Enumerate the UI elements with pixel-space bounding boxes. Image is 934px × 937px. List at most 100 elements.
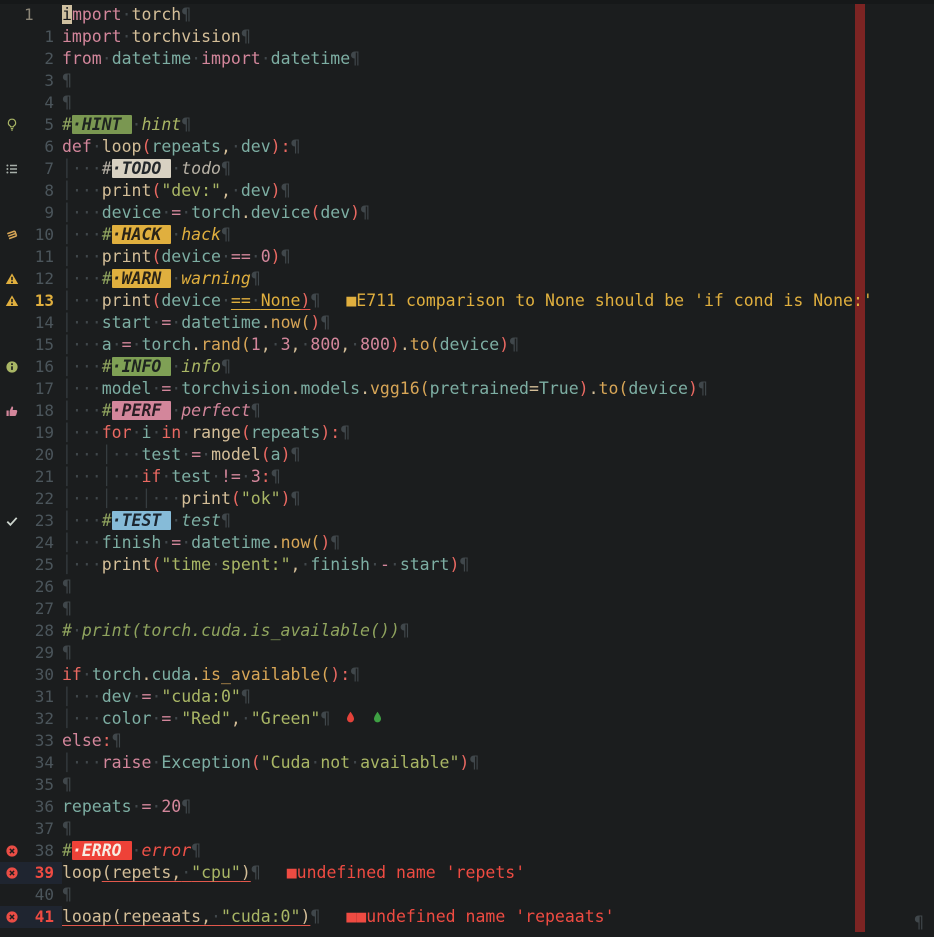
gutter: 6	[0, 136, 62, 158]
code-line[interactable]: 23│···#·TEST ·test¶	[0, 510, 873, 532]
code-line[interactable]: 1import·torchvision¶	[0, 26, 873, 48]
token: (	[310, 203, 320, 222]
token: "cpu"	[191, 863, 241, 882]
code-line[interactable]: 11│···print(device·==·0)¶	[0, 246, 873, 268]
code-line[interactable]: 14│···start·=·datetime.now()¶	[0, 312, 873, 334]
token: =	[529, 379, 539, 398]
token: ¶	[241, 687, 251, 706]
token: #	[102, 225, 112, 244]
token: (	[320, 665, 330, 684]
code-line[interactable]: 36repeats·=·20¶	[0, 796, 873, 818]
line-number: 36	[24, 796, 62, 818]
code-line[interactable]: 22│···│···│···print("ok")¶	[0, 488, 873, 510]
sign-column	[0, 92, 24, 114]
token: ·	[201, 445, 211, 464]
code-line[interactable]: 12│···#·WARN ·warning¶	[0, 268, 873, 290]
token: ¶	[400, 621, 410, 640]
token: ¶	[350, 49, 360, 68]
editor-buffer[interactable]: 1import·torch¶1import·torchvision¶2from·…	[0, 4, 873, 928]
gutter: 14	[0, 312, 62, 334]
code-line[interactable]: 18│···#·PERF ·perfect¶	[0, 400, 873, 422]
code-line[interactable]: 9│···device·=·torch.device(dev)¶	[0, 202, 873, 224]
token: │	[62, 313, 72, 332]
code-line[interactable]: 16│···#·INFO ·info¶	[0, 356, 873, 378]
token: ¶	[698, 379, 708, 398]
code-text: │···│···test·=·model(a)¶	[62, 444, 300, 466]
code-text: │···print(device·==·None)¶■E711 comparis…	[62, 290, 873, 312]
line-number: 29	[24, 642, 62, 664]
token: ·	[211, 907, 221, 926]
code-line[interactable]: 4¶	[0, 92, 873, 114]
code-line[interactable]: 41looap(repeaats,·"cuda:0")¶■■undefined …	[0, 906, 873, 928]
code-line[interactable]: 21│···│···if·test·!=·3:¶	[0, 466, 873, 488]
code-line[interactable]: 28#·print(torch.cuda.is_available())¶	[0, 620, 873, 642]
lightbulb-icon	[0, 114, 24, 136]
token: 20	[161, 797, 181, 816]
code-line[interactable]: 1import·torch¶	[0, 4, 873, 26]
token: ·	[132, 115, 142, 134]
gutter: 22	[0, 488, 62, 510]
token: ):	[320, 423, 340, 442]
token: )	[281, 489, 291, 508]
diagnostic-virtual-text: undefined name 'repeaats'	[366, 907, 614, 926]
token: ·	[370, 555, 380, 574]
line-number: 7	[24, 158, 62, 180]
code-line[interactable]: 32│···color·=·"Red",·"Green"¶	[0, 708, 873, 730]
code-line[interactable]: 35¶	[0, 774, 873, 796]
token: test	[142, 445, 182, 464]
gutter: 39	[0, 862, 62, 884]
token: ¶	[291, 445, 301, 464]
token: .	[191, 665, 201, 684]
code-line[interactable]: 19│···for·i·in·range(repeats):¶	[0, 422, 873, 444]
token: )	[300, 291, 310, 310]
token: else	[62, 731, 102, 750]
code-line[interactable]: 5#·HINT ·hint¶	[0, 114, 873, 136]
code-line[interactable]: 6def·loop(repeats,·dev):¶	[0, 136, 873, 158]
code-line[interactable]: 38#·ERRO ·error¶	[0, 840, 873, 862]
code-line[interactable]: 34│···raise·Exception("Cuda·not·availabl…	[0, 752, 873, 774]
token: ·	[181, 445, 191, 464]
code-line[interactable]: 3¶	[0, 70, 873, 92]
token: loop	[62, 863, 102, 882]
code-line[interactable]: 24│···finish·=·datetime.now()¶	[0, 532, 873, 554]
token: ·	[171, 159, 181, 178]
token: .	[141, 665, 151, 684]
line-number: 1	[24, 4, 62, 26]
code-line[interactable]: 26¶	[0, 576, 873, 598]
token: 3	[281, 335, 291, 354]
token: datetime	[112, 49, 191, 68]
code-line[interactable]: 2from·datetime·import·datetime¶	[0, 48, 873, 70]
code-line[interactable]: 7│···#·TODO ·todo¶	[0, 158, 873, 180]
code-line[interactable]: 8│···print("dev:",·dev)¶	[0, 180, 873, 202]
code-line[interactable]: 29¶	[0, 642, 873, 664]
code-line[interactable]: 10│···#·HACK ·hack¶	[0, 224, 873, 246]
gutter: 7	[0, 158, 62, 180]
line-number: 8	[24, 180, 62, 202]
token: ¶	[241, 27, 251, 46]
token: ,	[291, 335, 301, 354]
code-line[interactable]: 30if·torch.cuda.is_available():¶	[0, 664, 873, 686]
token: ¶	[291, 489, 301, 508]
code-line[interactable]: 17│···model·=·torchvision.models.vgg16(p…	[0, 378, 873, 400]
token: hack	[181, 225, 221, 244]
code-line[interactable]: 31│···dev·=·"cuda:0"¶	[0, 686, 873, 708]
token: (	[420, 379, 430, 398]
token: i	[62, 5, 72, 24]
token: ¶	[251, 401, 261, 420]
token: finish	[310, 555, 370, 574]
token: dev	[320, 203, 350, 222]
code-line[interactable]: 15│···a·=·torch.rand(1,·3,·800,·800).to(…	[0, 334, 873, 356]
code-line[interactable]: 20│···│···test·=·model(a)¶	[0, 444, 873, 466]
code-line[interactable]: 13│···print(device·==·None)¶■E711 compar…	[0, 290, 873, 312]
code-text: │···#·TODO ·todo¶	[62, 158, 231, 180]
code-line[interactable]: 27¶	[0, 598, 873, 620]
token: looap(repeaats,	[62, 907, 211, 926]
code-line[interactable]: 25│···print("time·spent:",·finish·-·star…	[0, 554, 873, 576]
code-line[interactable]: 37¶	[0, 818, 873, 840]
token: =	[161, 379, 171, 398]
code-line[interactable]: 39loop(repets,·"cpu")¶■undefined name 'r…	[0, 862, 873, 884]
code-line[interactable]: 40¶	[0, 884, 873, 906]
code-line[interactable]: 33else:¶	[0, 730, 873, 752]
token: ···	[72, 511, 102, 530]
token: (	[151, 291, 161, 310]
